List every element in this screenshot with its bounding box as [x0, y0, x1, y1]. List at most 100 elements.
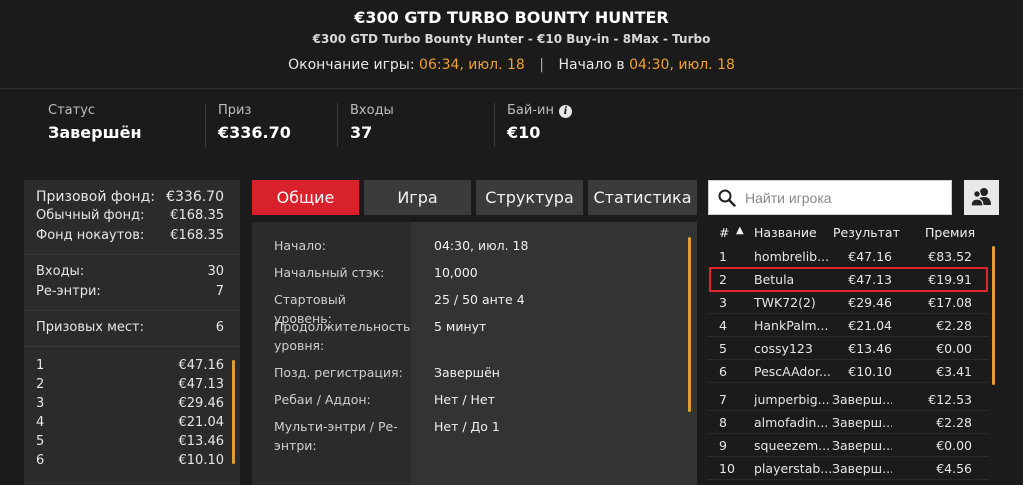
- tournament-header: €300 GTD TURBO BOUNTY HUNTER €300 GTD Tu…: [0, 0, 1023, 88]
- player-prize: €2.28: [936, 415, 972, 430]
- player-place: 6: [719, 364, 727, 379]
- payout-amount: €47.13: [178, 377, 225, 392]
- player-prize: €19.91: [928, 272, 972, 287]
- tab-general[interactable]: Общие: [252, 180, 359, 215]
- detail-key: Мульти-энтри / Ре-энтри:: [274, 419, 398, 453]
- detail-value: 25 / 50 анте 4: [434, 292, 525, 307]
- stat-entries-label: Входы: [350, 103, 394, 118]
- player-result: Заверш...: [832, 415, 892, 430]
- table-row[interactable]: 3 TWK72(2) €29.46 €17.08: [708, 291, 988, 314]
- col-name-header[interactable]: Название: [754, 225, 817, 240]
- player-name: squeezem...: [754, 438, 831, 453]
- payout-place: 2: [36, 377, 45, 392]
- table-row[interactable]: 7 jumperbig... Заверш... €12.53: [708, 388, 988, 411]
- friends-button[interactable]: [964, 180, 999, 215]
- details-scrollbar[interactable]: [688, 237, 691, 412]
- table-row[interactable]: 5 cossy123 €13.46 €0.00: [708, 337, 988, 360]
- player-result: Заверш...: [832, 392, 892, 407]
- tab-structure[interactable]: Структура: [476, 180, 583, 215]
- player-place: 8: [719, 415, 727, 430]
- tournament-times: Окончание игры: 06:34, июл. 18 | Начало …: [0, 57, 1023, 73]
- table-row[interactable]: 9 squeezem... Заверш... €0.00: [708, 434, 988, 457]
- table-row[interactable]: 2 Betula €47.13 €19.91: [708, 268, 988, 291]
- payout-row: 5 €13.46: [36, 434, 224, 454]
- stat-entries: Входы 37: [337, 103, 394, 147]
- player-name: hombrelib...: [754, 249, 830, 264]
- payout-row: 3 €29.46: [36, 396, 224, 416]
- player-result: €47.13: [848, 272, 892, 287]
- stat-buyin-label-wrap: Бай-ин i: [507, 103, 572, 118]
- stat-buyin-value: €10: [507, 123, 541, 142]
- detail-value: Завершён: [434, 365, 500, 380]
- end-label: Окончание игры:: [288, 57, 415, 73]
- player-name: playerstab...: [754, 461, 832, 476]
- stat-buyin: Бай-ин i €10: [494, 103, 572, 147]
- knockout-fund-value: €168.35: [170, 228, 224, 243]
- player-place: 5: [719, 341, 727, 356]
- tab-bar: Общие Игра Структура Статистика: [252, 180, 697, 215]
- stat-buyin-label: Бай-ин: [507, 103, 554, 118]
- payout-amount: €47.16: [178, 358, 225, 373]
- table-row[interactable]: 8 almofadin... Заверш... €2.28: [708, 411, 988, 434]
- table-row[interactable]: 6 PescAAdor... €10.10 €3.41: [708, 360, 988, 383]
- sort-asc-icon[interactable]: ▲: [736, 225, 744, 236]
- detail-key: Продолжительность уровня:: [274, 319, 411, 353]
- col-prize-header[interactable]: Премия: [925, 225, 975, 240]
- player-result: €10.10: [848, 364, 892, 379]
- divider: [24, 346, 240, 347]
- regular-fund-label: Обычный фонд:: [36, 208, 145, 223]
- player-place: 2: [719, 272, 727, 287]
- search-input[interactable]: [745, 189, 945, 207]
- player-place: 7: [719, 392, 727, 407]
- payout-row: 2 €47.13: [36, 377, 224, 397]
- knockout-fund-row: Фонд нокаутов: €168.35: [36, 228, 224, 248]
- detail-key: Начальный стэк:: [274, 265, 385, 280]
- player-name: cossy123: [754, 341, 813, 356]
- search-icon: [718, 189, 736, 207]
- details-value-column: [411, 222, 697, 485]
- col-result-header[interactable]: Результат: [833, 225, 900, 240]
- time-separator: |: [539, 57, 545, 73]
- entries-row: Входы: 30: [36, 264, 224, 284]
- detail-value: 5 минут: [434, 319, 487, 334]
- stat-status-value: Завершён: [48, 123, 142, 142]
- player-result: €13.46: [848, 341, 892, 356]
- payout-place: 4: [36, 415, 45, 430]
- table-row[interactable]: 4 HankPalm... €21.04 €2.28: [708, 314, 988, 337]
- payout-row: 1 €47.16: [36, 358, 224, 378]
- stat-prize-value: €336.70: [218, 123, 291, 142]
- end-time: 06:34, июл. 18: [419, 57, 525, 73]
- payout-row: 6 €10.10: [36, 453, 224, 473]
- knockout-fund-label: Фонд нокаутов:: [36, 228, 145, 243]
- payout-row: 4 €21.04: [36, 415, 224, 435]
- player-prize: €0.00: [936, 438, 972, 453]
- player-prize: €12.53: [928, 392, 972, 407]
- player-name: TWK72(2): [754, 295, 816, 310]
- col-num-header[interactable]: #: [719, 225, 729, 240]
- player-place: 4: [719, 318, 727, 333]
- payout-place: 6: [36, 453, 45, 468]
- tab-game[interactable]: Игра: [364, 180, 471, 215]
- start-label: Начало в: [558, 57, 625, 73]
- payout-place: 5: [36, 434, 45, 449]
- tournament-title: €300 GTD TURBO BOUNTY HUNTER: [354, 8, 669, 27]
- stat-status: Статус Завершён: [48, 103, 142, 147]
- detail-value: Нет / Нет: [434, 392, 495, 407]
- stat-status-label: Статус: [48, 103, 96, 118]
- table-row[interactable]: 10 playerstab... Заверш... €4.56: [708, 457, 988, 480]
- info-icon[interactable]: i: [558, 105, 572, 118]
- reentries-label: Ре-энтри:: [36, 284, 101, 299]
- player-name: PescAAdor...: [754, 364, 831, 379]
- paid-places-label: Призовых мест:: [36, 320, 144, 335]
- payouts-scrollbar[interactable]: [232, 360, 235, 464]
- players-scrollbar[interactable]: [992, 246, 995, 385]
- player-prize: €83.52: [928, 249, 972, 264]
- player-result: €21.04: [848, 318, 892, 333]
- stat-entries-value: 37: [350, 123, 373, 142]
- detail-value: Нет / До 1: [434, 419, 500, 434]
- tab-statistics[interactable]: Статистика: [588, 180, 697, 215]
- payout-amount: €10.10: [178, 453, 225, 468]
- player-search[interactable]: [708, 180, 952, 215]
- table-row[interactable]: 1 hombrelib... €47.16 €83.52: [708, 245, 988, 268]
- player-result: €47.16: [848, 249, 892, 264]
